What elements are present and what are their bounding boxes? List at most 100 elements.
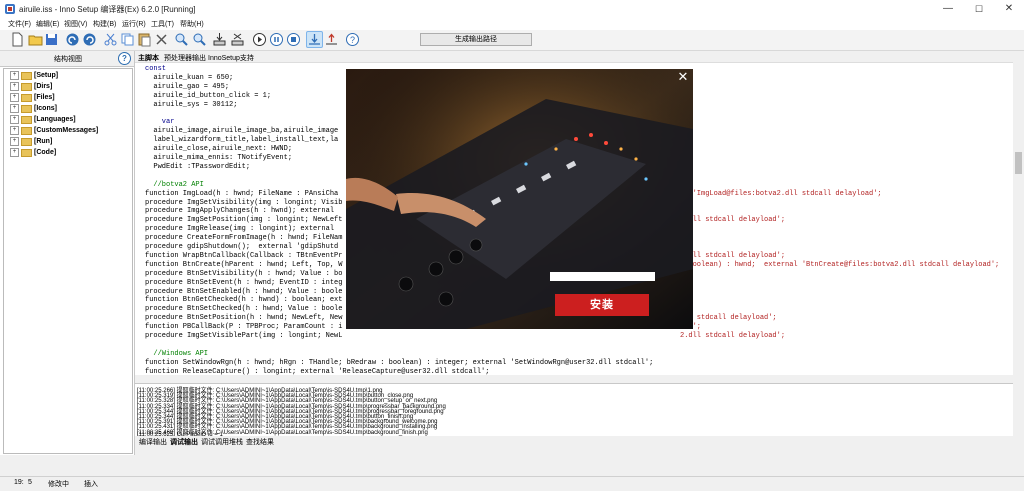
maximize-button[interactable]: ☐ [964,0,994,18]
status-modified: 修改中 [48,481,69,488]
code-line-fragment[interactable]: dll stdcall delayload'; [680,314,777,322]
structure-help-button[interactable]: ? [118,52,131,65]
tree-item-setup[interactable]: + [Setup] [10,71,58,81]
debug-icon[interactable] [306,31,323,48]
code-line[interactable]: function ImgLoad(h : hwnd; FileName : PA… [145,190,338,198]
code-line[interactable]: airuile_mima_ennis: TNotifyEvent; [145,154,292,162]
tab-debug-call-stack[interactable]: 调试调用堆栈 [201,437,243,447]
code-line[interactable]: const [145,65,166,73]
code-line[interactable]: airuile_sys = 30112; [145,101,237,109]
code-line-fragment[interactable]: 2.dll stdcall delayload'; [680,252,785,260]
delete-icon[interactable] [154,32,169,47]
code-line[interactable]: procedure BtnSetChecked(h : hwnd; Value … [145,305,342,313]
find-icon[interactable] [174,32,189,47]
find-next-icon[interactable] [192,32,207,47]
folder-icon [21,104,32,113]
installer-close-button[interactable]: ✕ [676,70,690,84]
expand-icon[interactable]: + [10,126,19,135]
expand-icon[interactable]: + [10,137,19,146]
expand-icon[interactable]: + [10,104,19,113]
tree-item-languages[interactable]: + [Languages] [10,115,76,125]
menu-tools[interactable]: 工具(T) [151,19,174,29]
code-line[interactable]: airuile_image,airuile_image_ba,airuile_i… [145,127,338,135]
menu-build[interactable]: 构建(B) [93,19,116,29]
expand-icon[interactable]: + [10,148,19,157]
code-line[interactable]: //botva2 API [145,181,203,189]
code-line-fragment[interactable]: al 'ImgLoad@files:botva2.dll stdcall del… [680,190,882,198]
install-button[interactable]: 安装 [555,294,649,316]
scrollbar-thumb[interactable] [1015,152,1022,174]
open-file-icon[interactable] [28,32,43,47]
upload-icon[interactable] [324,32,339,47]
code-line[interactable]: procedure BtnSetPosition(h : hwnd; NewLe… [145,314,342,322]
window-title: airuile.iss - Inno Setup 编译器(Ex) 6.2.0 [… [19,5,196,14]
compile-icon[interactable] [212,32,227,47]
expand-icon[interactable]: + [10,115,19,124]
tab-compile-output[interactable]: 编译输出 [139,437,167,447]
stop-compile-icon[interactable] [230,32,245,47]
tree-item-custommessages[interactable]: + [CustomMessages] [10,126,98,136]
new-file-icon[interactable] [10,32,25,47]
code-line[interactable]: function WrapBtnCallback(Callback : TBtn… [145,252,342,260]
editor-horizontal-scrollbar[interactable] [135,375,1024,383]
tree-item-dirs[interactable]: + [Dirs] [10,82,52,92]
editor-vertical-scrollbar[interactable] [1013,62,1024,375]
tree-item-run[interactable]: + [Run] [10,137,52,147]
paste-icon[interactable] [137,32,152,47]
tree-item-icons[interactable]: + [Icons] [10,104,57,114]
code-line[interactable]: PwdEdit :TPasswordEdit; [145,163,250,171]
code-line[interactable]: procedure BtnSetVisibility(h : hwnd; Val… [145,270,342,278]
code-line[interactable]: //Windows API [145,350,208,358]
pause-icon[interactable] [269,32,284,47]
menu-help[interactable]: 帮助(H) [180,19,204,29]
tree-item-files[interactable]: + [Files] [10,93,55,103]
code-line[interactable]: function PBCallBack(P : TPBProc; ParamCo… [145,323,342,331]
code-line[interactable]: function BtnGetChecked(h : hwnd) : boole… [145,296,342,304]
expand-icon[interactable]: + [10,93,19,102]
structure-tree[interactable]: + [Setup] + [Dirs] + [Files] + [Icons] + [Lan… [3,68,133,454]
code-line[interactable]: procedure CreateFormFromImage(h : hwnd; … [145,234,342,242]
folder-icon [21,148,32,157]
code-line[interactable]: var [145,118,175,126]
code-line[interactable]: procedure ImgRelease(img : longint); ext… [145,225,334,233]
stop-icon[interactable] [286,32,301,47]
minimize-button[interactable]: — [933,0,963,18]
code-line-fragment[interactable]: 2.dll stdcall delayload'; [680,332,785,340]
tab-find-results[interactable]: 查找结果 [246,437,274,447]
code-line[interactable]: procedure ImgSetVisibility(img : longint… [145,199,342,207]
code-line[interactable]: procedure ImgApplyChanges(h : hwnd); ext… [145,207,334,215]
code-line[interactable]: procedure ImgSetVisiblePart(img : longin… [145,332,342,340]
menu-view[interactable]: 视图(V) [64,19,87,29]
tab-debug-output[interactable]: 调试输出 [170,437,198,447]
code-line[interactable]: procedure BtnSetEnabled(h : hwnd; Value … [145,288,342,296]
save-icon[interactable] [44,32,59,47]
run-icon[interactable] [252,32,267,47]
cut-icon[interactable] [103,32,118,47]
installer-window: ✕ 安装 [346,69,693,329]
undo-icon[interactable] [65,32,80,47]
code-line[interactable]: function BtnCreate(hParent : hwnd; Left,… [145,261,342,269]
close-button[interactable]: ✕ [994,0,1024,18]
menu-edit[interactable]: 编辑(E) [36,19,59,29]
menu-file[interactable]: 文件(F) [8,19,31,29]
code-line[interactable]: procedure ImgSetPosition(img : longint; … [145,216,342,224]
debug-output-log[interactable]: [11:00:25.266] 提取临时文件: C:\Users\ADMINI~1… [135,383,1013,436]
code-line[interactable]: airuile_kuan = 650; [145,74,233,82]
build-output-path-button[interactable]: 生成输出路径 [420,33,532,46]
copy-icon[interactable] [120,32,135,47]
code-line[interactable]: airuile_id_button_click = 1; [145,92,271,100]
code-line[interactable]: procedure gdipShutdown(); external 'gdip… [145,243,338,251]
expand-icon[interactable]: + [10,71,19,80]
code-line-fragment[interactable]: 2.dll stdcall delayload'; [680,216,785,224]
redo-icon[interactable] [82,32,97,47]
code-line[interactable]: procedure BtnSetEvent(h : hwnd; EventID … [145,279,342,287]
menu-run[interactable]: 运行(R) [122,19,146,29]
tree-item-code[interactable]: + [Code] [10,148,56,158]
code-line[interactable]: label_wizardform_title,label_install_tex… [145,136,338,144]
help-icon[interactable]: ? [345,32,360,47]
expand-icon[interactable]: + [10,82,19,91]
code-line[interactable]: function SetWindowRgn(h : hwnd; hRgn : T… [145,359,653,367]
code-line[interactable]: airuile_gao = 495; [145,83,229,91]
code-line-fragment[interactable]: : boolean) : hwnd; external 'BtnCreate@f… [680,261,999,269]
code-line[interactable]: airuile_close,airuile_next: HWND; [145,145,292,153]
